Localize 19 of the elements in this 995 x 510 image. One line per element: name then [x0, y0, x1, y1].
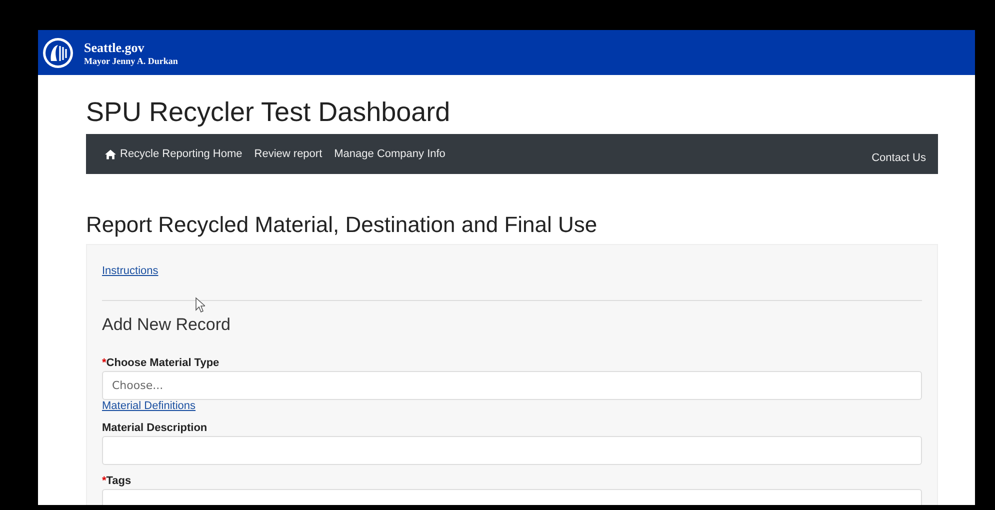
- contact-link[interactable]: Contact Us: [872, 152, 926, 164]
- field-label: Material Description: [102, 422, 208, 434]
- home-icon: [104, 148, 117, 160]
- nav-link[interactable]: Recycle Reporting Home: [104, 148, 242, 160]
- nav-link[interactable]: Manage Company Info: [334, 148, 446, 160]
- select-field[interactable]: Choose...: [102, 371, 922, 400]
- page-title: SPU Recycler Test Dashboard: [86, 97, 452, 128]
- field-label: *Tags: [102, 475, 132, 487]
- city-seal-icon: [42, 36, 74, 68]
- input-field[interactable]: [102, 436, 922, 465]
- definitions-link[interactable]: Material Definitions: [102, 400, 922, 412]
- section-heading: Report Recycled Material, Destination and Final Use: [86, 212, 598, 238]
- mayor-name: Mayor Jenny A. Durkan: [84, 56, 178, 66]
- cursor-icon: [195, 297, 205, 313]
- form-title: Add New Record: [102, 315, 232, 335]
- field-label: *Choose Material Type: [102, 357, 220, 369]
- instructions-link[interactable]: Instructions: [102, 265, 158, 277]
- site-name[interactable]: Seattle.gov: [84, 40, 178, 56]
- nav-link[interactable]: Review report: [254, 148, 322, 160]
